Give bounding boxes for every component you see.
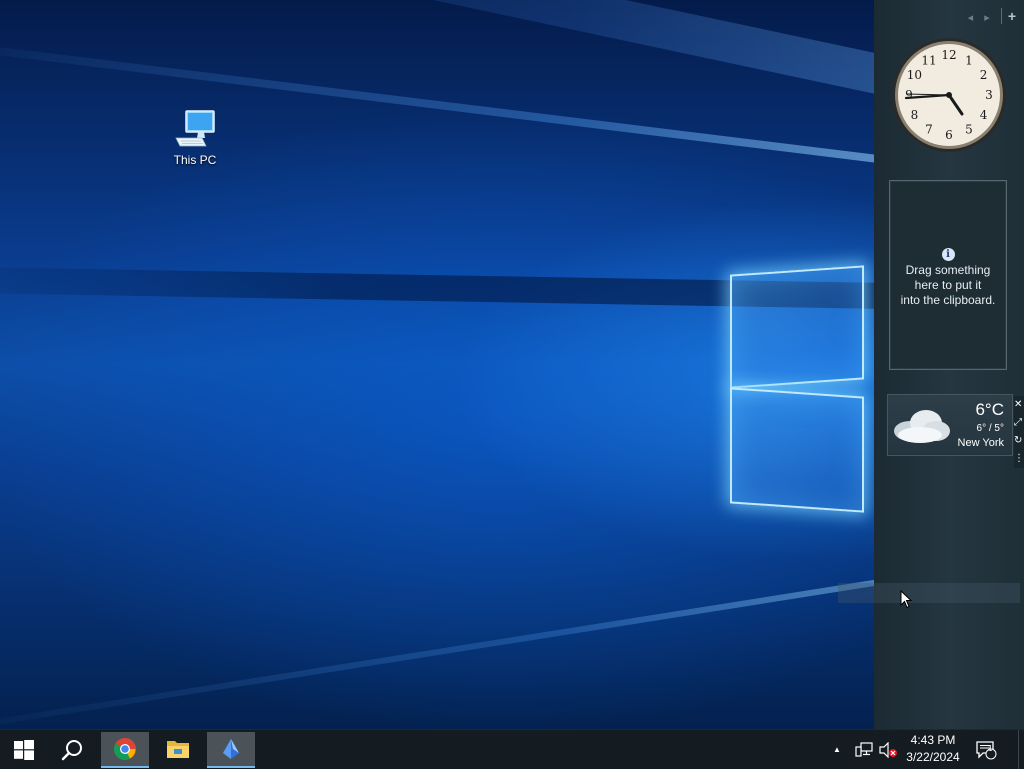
tray-volume[interactable]	[878, 730, 898, 769]
clock-number: 10	[907, 68, 922, 82]
show-desktop-button[interactable]	[1018, 730, 1024, 769]
mouse-cursor-icon	[900, 590, 912, 609]
search-icon	[61, 739, 82, 760]
weather-temperature: 6°C	[975, 400, 1004, 419]
start-button[interactable]	[0, 730, 48, 769]
notification-icon	[976, 740, 997, 759]
clipboard-hint-line1: Drag something	[905, 263, 991, 277]
windows-icon	[14, 739, 34, 760]
taskbar-app-crystal[interactable]	[207, 732, 255, 768]
desktop[interactable]: This PC	[0, 0, 874, 729]
chrome-icon	[114, 738, 136, 760]
clock-number: 2	[980, 68, 988, 82]
gadget-options-button[interactable]: ↻	[1014, 432, 1024, 450]
clock-number: 3	[985, 88, 993, 102]
sidebar-next-button[interactable]: ▸	[984, 11, 990, 24]
crystal-icon	[223, 739, 239, 759]
clock-number: 5	[965, 123, 973, 137]
gadget-sidebar: ◂ ▸ + 12 1 2 3 4 5 6 7 8 9 10 11 i Drag something h…	[838, 0, 1024, 729]
wallpaper-window-pane-bottom	[730, 387, 864, 513]
faded-overlay-bar	[838, 583, 1020, 603]
computer-icon	[175, 110, 215, 147]
weather-city: New York	[957, 437, 1004, 449]
gadget-resize-button[interactable]: ⤢	[1014, 414, 1024, 432]
clock-number: 12	[941, 48, 956, 62]
taskbar-app-file-explorer[interactable]	[154, 732, 202, 766]
clipboard-hint-line3: into the clipboard.	[900, 293, 996, 307]
notification-count: 1	[988, 744, 993, 753]
clock-number: 11	[921, 53, 936, 67]
taskbar-clock[interactable]: 4:43 PM 3/22/2024	[896, 732, 970, 766]
wallpaper-window-pane-top	[730, 265, 864, 389]
folder-icon	[167, 741, 189, 758]
clock-number: 7	[925, 123, 933, 137]
cloud-icon	[894, 410, 950, 443]
taskbar-time: 4:43 PM	[910, 733, 956, 747]
chevron-up-icon: ▲	[833, 745, 841, 754]
gadget-close-button[interactable]: ✕	[1014, 396, 1024, 414]
weather-gadget[interactable]: 6°C 6° / 5° New York	[887, 394, 1013, 456]
sidebar-nav: ◂ ▸ +	[960, 8, 1016, 24]
clock-number: 8	[911, 108, 919, 122]
tray-network[interactable]	[855, 730, 873, 769]
taskbar-app-chrome[interactable]	[101, 732, 149, 768]
desktop-icon-label: This PC	[173, 153, 217, 167]
sidebar-prev-button[interactable]: ◂	[968, 11, 974, 24]
clock-number: 4	[980, 108, 988, 122]
wallpaper-ray	[0, 560, 874, 729]
weather-gadget-toolbar: ✕ ⤢ ↻ ⋮	[1014, 396, 1024, 468]
desktop-icon-this-pc[interactable]: This PC	[166, 108, 224, 167]
info-icon: i	[941, 248, 955, 261]
taskbar-date: 3/22/2024	[906, 750, 960, 764]
clipboard-gadget[interactable]: i Drag something here to put it into the…	[889, 180, 1007, 370]
tray-overflow-button[interactable]: ▲	[833, 730, 841, 769]
action-center-button[interactable]: 1	[975, 730, 997, 769]
weather-range: 6° / 5°	[976, 423, 1004, 434]
clipboard-hint-line2: here to put it	[914, 278, 982, 292]
sidebar-add-gadget-button[interactable]: +	[1000, 8, 1016, 24]
clock-number: 1	[965, 53, 973, 67]
clock-gadget[interactable]: 12 12 3 45678 9 1011	[890, 36, 1008, 154]
clock-number: 9	[905, 88, 913, 102]
network-icon	[855, 741, 873, 757]
search-button[interactable]	[48, 730, 96, 769]
volume-muted-icon	[879, 741, 897, 758]
taskbar: ▲ 4:43 PM 3/22/2024 1	[0, 729, 1024, 769]
gadget-drag-handle[interactable]: ⋮	[1014, 450, 1024, 468]
clock-number: 6	[945, 128, 953, 142]
